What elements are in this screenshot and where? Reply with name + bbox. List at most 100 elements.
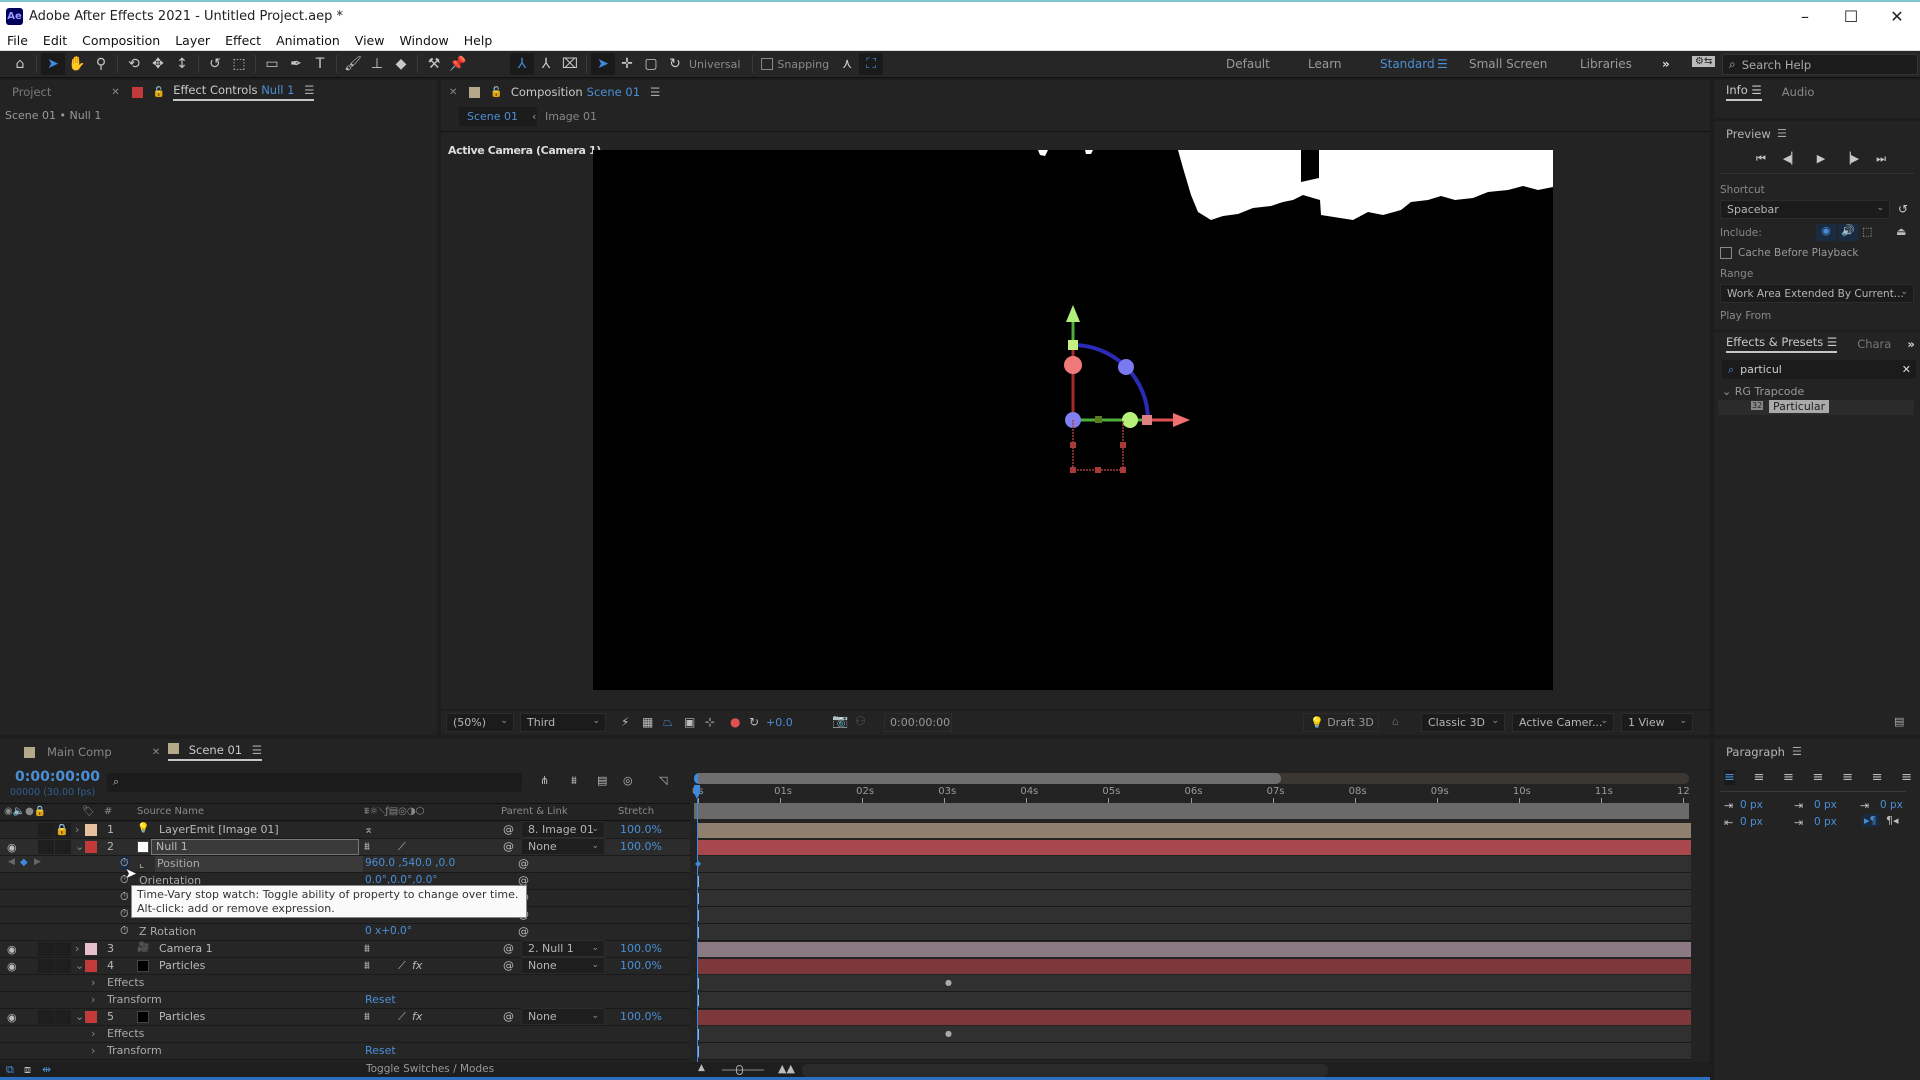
work-area-bar[interactable]: [694, 803, 1689, 819]
layer-name[interactable]: Null 1: [151, 839, 359, 855]
include-video-icon[interactable]: ◉: [1816, 224, 1836, 241]
mask-visibility-icon[interactable]: ⏢: [663, 715, 673, 730]
menu-layer[interactable]: Layer: [175, 33, 210, 48]
tab-character[interactable]: Chara: [1857, 337, 1891, 351]
graph-icon[interactable]: ⌞: [139, 857, 144, 870]
fast-previews-icon[interactable]: ⚡: [621, 715, 629, 729]
zoom-slider-handle[interactable]: [736, 1065, 743, 1075]
close-tab-icon[interactable]: ✕: [449, 87, 457, 98]
property-row[interactable]: ⏱ Z Rotation 0 x+0.0° @: [0, 924, 690, 941]
chevron-right-icon[interactable]: ›: [91, 976, 95, 989]
panel-menu-icon[interactable]: ☰: [1792, 745, 1802, 758]
align-center-icon[interactable]: ≡: [1754, 770, 1765, 785]
rtl-direction-icon[interactable]: ¶◂: [1886, 814, 1899, 827]
world-axis-icon[interactable]: ⅄: [534, 53, 558, 75]
dolly-camera-icon[interactable]: ↕: [170, 53, 194, 75]
play-icon[interactable]: ▶: [1817, 152, 1825, 166]
tab-audio[interactable]: Audio: [1782, 85, 1815, 99]
group-row[interactable]: › Effects: [0, 1026, 690, 1043]
selection-tool-icon[interactable]: ➤: [41, 53, 65, 75]
menu-animation[interactable]: Animation: [276, 33, 340, 48]
anchor-tool-icon[interactable]: ⬚: [227, 53, 251, 75]
lock-switch[interactable]: [55, 942, 71, 956]
layer-name[interactable]: Particles: [155, 1010, 209, 1023]
group-row[interactable]: › Effects: [0, 975, 690, 992]
tab-effects-presets[interactable]: Effects & Presets ☰: [1726, 335, 1838, 353]
zoom-out-icon[interactable]: ▲: [698, 1063, 705, 1073]
hand-tool-icon[interactable]: ✋: [65, 53, 89, 75]
audio-switch[interactable]: [38, 1010, 54, 1024]
workspace-menu-icon[interactable]: ☰: [1437, 57, 1448, 71]
local-axis-icon[interactable]: ⅄: [510, 53, 534, 75]
channel-icon[interactable]: ●: [730, 715, 740, 729]
scale-gizmo-icon[interactable]: ▢: [639, 53, 663, 75]
keyframe-icon[interactable]: ◆: [695, 859, 701, 868]
add-keyframe-icon[interactable]: ◆: [20, 857, 28, 868]
workspace-default[interactable]: Default: [1226, 57, 1270, 71]
panel-menu-icon[interactable]: ☰: [1827, 335, 1837, 349]
layer-name[interactable]: Camera 1: [155, 942, 217, 955]
stretch-value[interactable]: 100.0%: [620, 942, 662, 955]
visibility-eye-icon[interactable]: ◉: [7, 1011, 17, 1024]
view-axis-icon[interactable]: ⌧: [558, 53, 582, 75]
align-right-icon[interactable]: ≡: [1783, 770, 1794, 785]
show-snapshot-icon[interactable]: ⚇: [855, 714, 866, 728]
transfer-controls-icon[interactable]: ⧈: [24, 1063, 31, 1077]
align-left-icon[interactable]: ≡: [1724, 770, 1735, 785]
chevron-down-icon[interactable]: ⌄: [75, 959, 84, 972]
stamp-tool-icon[interactable]: ⊥: [365, 53, 389, 75]
visibility-eye-icon[interactable]: ◉: [7, 943, 17, 956]
eraser-tool-icon[interactable]: ◆: [389, 53, 413, 75]
pan-camera-icon[interactable]: ✥: [146, 53, 170, 75]
current-time-field[interactable]: 0:00:00:00: [884, 713, 952, 732]
snap-options-icon[interactable]: ⋏: [835, 53, 859, 75]
panel-menu-icon[interactable]: ☰: [1777, 127, 1787, 140]
transparency-grid-icon[interactable]: ▦: [642, 715, 653, 729]
chevron-down-icon[interactable]: ⌄: [75, 1010, 84, 1023]
layer-row[interactable]: 🔒 › 1 💡 LayerEmit [Image 01] ⌅ @8. Image 01 ⌄ 10…: [0, 821, 690, 839]
tab-composition-target[interactable]: Scene 01: [587, 85, 640, 99]
renderer-dropdown[interactable]: Classic 3D ⌄: [1421, 713, 1505, 732]
frame-blending-icon[interactable]: ▤: [597, 774, 607, 787]
tab-scene-01[interactable]: Scene 01 ☰: [168, 743, 263, 761]
time-ruler[interactable]: 0s01s02s03s04s05s06s07s08s09s10s11s12: [692, 785, 1691, 803]
pickwhip-icon[interactable]: @: [503, 942, 514, 955]
rotation-tool-icon[interactable]: ↺: [203, 53, 227, 75]
panel-menu-icon[interactable]: ☰: [650, 85, 660, 99]
reset-exposure-icon[interactable]: ↻: [749, 715, 759, 729]
zoom-slider[interactable]: [722, 1065, 764, 1075]
layer-search-field[interactable]: ⌕: [107, 773, 522, 792]
close-tab-icon[interactable]: ✕: [111, 87, 119, 98]
label-color[interactable]: [85, 1011, 97, 1023]
pickwhip-icon[interactable]: @: [503, 1010, 514, 1023]
panel-menu-icon[interactable]: ☰: [1751, 83, 1761, 97]
chevron-right-icon[interactable]: ›: [91, 993, 95, 1006]
rotate-gizmo-icon[interactable]: ↻: [663, 53, 687, 75]
maximize-button[interactable]: ☐: [1828, 2, 1874, 31]
move-gizmo-icon[interactable]: ✛: [615, 53, 639, 75]
rectangle-tool-icon[interactable]: ▭: [260, 53, 284, 75]
brush-tool-icon[interactable]: 🖌: [341, 53, 365, 75]
reset-link[interactable]: Reset: [365, 1044, 396, 1057]
expression-pickwhip-icon[interactable]: @: [518, 925, 529, 938]
collapse-switch-icon[interactable]: ⩩: [364, 1010, 370, 1024]
property-value[interactable]: 960.0 ,540.0 ,0.0: [365, 857, 455, 869]
label-color[interactable]: [85, 824, 97, 836]
menu-composition[interactable]: Composition: [82, 33, 160, 48]
indent-left-value[interactable]: 0 px: [1740, 799, 1763, 811]
tab-effect-controls[interactable]: Effect Controls Null 1 ☰: [173, 83, 315, 101]
puppet-pin-icon[interactable]: 📌: [446, 53, 470, 75]
menu-window[interactable]: Window: [399, 33, 448, 48]
pickwhip-icon[interactable]: @: [503, 959, 514, 972]
previous-frame-icon[interactable]: ◀▏: [1783, 152, 1800, 166]
comp-flowchart-icon[interactable]: ⋔: [540, 774, 549, 787]
in-out-icon[interactable]: ⇹: [42, 1063, 51, 1076]
region-of-interest-icon[interactable]: ▣: [684, 715, 695, 729]
motion-blur-icon[interactable]: ◎: [623, 774, 633, 787]
composition-viewer[interactable]: [593, 150, 1553, 690]
clear-search-icon[interactable]: ✕: [1902, 363, 1911, 376]
minimize-button[interactable]: –: [1782, 2, 1828, 31]
grid-guides-icon[interactable]: ⊹: [705, 715, 715, 729]
last-frame-icon[interactable]: ⏭: [1876, 152, 1886, 166]
group-row[interactable]: › Transform Reset: [0, 992, 690, 1009]
